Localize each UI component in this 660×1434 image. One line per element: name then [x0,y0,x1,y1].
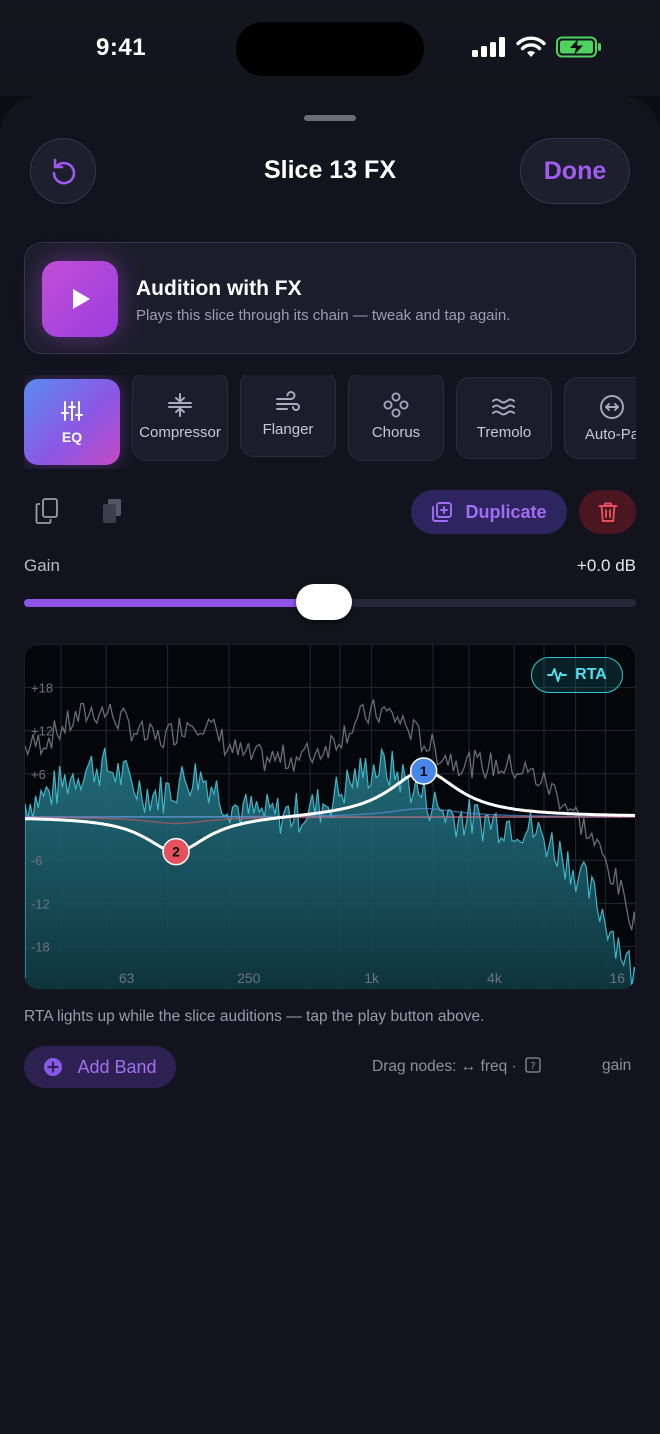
drag-hint-text: Drag nodes: ↔ freq · [372,1058,517,1075]
sheet-grabber[interactable] [304,115,356,121]
dynamic-island [236,22,424,76]
audition-card: Audition with FX Plays this slice throug… [24,242,636,354]
gain-slider-fill [24,599,324,607]
circles-icon [383,392,409,417]
audition-title: Audition with FX [136,277,302,300]
eq-node-2[interactable]: 2 [162,837,190,866]
gain-slider[interactable] [24,584,636,620]
gain-value: +0.0 dB [576,556,636,575]
waves-icon [492,398,515,415]
battery-charging-icon [556,36,601,58]
rta-toggle-button[interactable]: RTA [531,657,623,693]
freq-axis-label: 1k [364,970,380,986]
freq-axis-label: 4k [487,970,503,986]
eq-node-label: 1 [420,763,428,779]
plus-circle-icon [44,1058,63,1076]
tab-eq[interactable]: EQ [24,379,120,465]
play-icon [73,289,90,309]
paste-settings-button[interactable] [97,496,127,526]
tab-label: Tremolo [476,423,532,441]
tab-auto-pan[interactable]: Auto-Pa [564,377,636,459]
tab-label: Flanger [262,420,314,438]
eq-node-1[interactable]: 1 [409,757,438,785]
paste-icon [103,499,121,523]
done-button[interactable]: Done [520,138,630,204]
db-axis-label: -12 [31,896,50,911]
tab-chorus[interactable]: Chorus [348,375,444,461]
gain-slider-thumb[interactable] [295,584,352,620]
gain-label: Gain [24,556,60,575]
tab-label: Auto-Pa [584,425,636,443]
add-band-button[interactable]: Add Band [24,1046,176,1088]
copy-icon [35,498,58,524]
duplicate-button[interactable]: Duplicate [411,490,567,534]
pan-arrows-icon [600,394,624,419]
freq-axis-label: 16 [609,970,625,986]
duplicate-icon [432,502,453,522]
status-icons [472,36,602,58]
tab-tremolo[interactable]: Tremolo [456,377,552,459]
eq-node-label: 2 [172,844,180,860]
delete-button[interactable] [579,490,636,534]
rta-label: RTA [575,666,607,683]
fx-sheet: Slice 13 FX Done Audition with FX Plays … [0,96,660,1434]
drag-hint-gain: gain [602,1057,632,1074]
pulse-icon [547,668,568,682]
duplicate-label: Duplicate [465,501,547,522]
wifi-icon [516,36,546,57]
add-band-label: Add Band [77,1056,157,1077]
status-bar: 9:41 [0,0,660,96]
tab-compressor[interactable]: Compressor [132,375,228,461]
tab-flanger[interactable]: Flanger [240,375,336,457]
db-axis-label: +12 [31,724,53,739]
db-axis-label: -6 [31,853,43,868]
wind-icon [276,390,300,411]
fx-tab-strip[interactable]: EQ Compressor Flanger Chorus Tremolo Aut… [24,375,636,469]
compressor-icon [168,392,192,417]
sliders-icon [61,401,83,421]
trash-icon [598,502,617,522]
db-axis-label: +6 [31,767,46,782]
db-axis-label: +18 [31,680,53,695]
eq-graph-canvas[interactable]: +18 +12 +6 -6 -12 -18 63 250 1k 4k 16 1 2 [25,645,636,990]
freq-axis-label: 250 [237,970,261,986]
db-axis-label: -18 [31,940,50,955]
eq-graph[interactable]: +18 +12 +6 -6 -12 -18 63 250 1k 4k 16 1 2 RTA [24,644,636,990]
drag-hint: Drag nodes: ↔ freq · ? [372,1057,541,1076]
tab-label: Chorus [371,423,421,441]
signal-icon [472,37,505,57]
svg-text:?: ? [530,1061,535,1072]
freq-axis-label: 63 [119,970,135,986]
vertical-drag-icon: ? [525,1057,541,1073]
audition-play-button[interactable] [42,261,118,337]
copy-settings-button[interactable] [32,496,62,526]
rta-hint-text: RTA lights up while the slice auditions … [24,1008,485,1025]
tab-label: Compressor [139,423,221,441]
tab-label: EQ [61,429,83,445]
status-time: 9:41 [96,34,147,61]
audition-subtitle: Plays this slice through its chain — twe… [136,307,511,324]
